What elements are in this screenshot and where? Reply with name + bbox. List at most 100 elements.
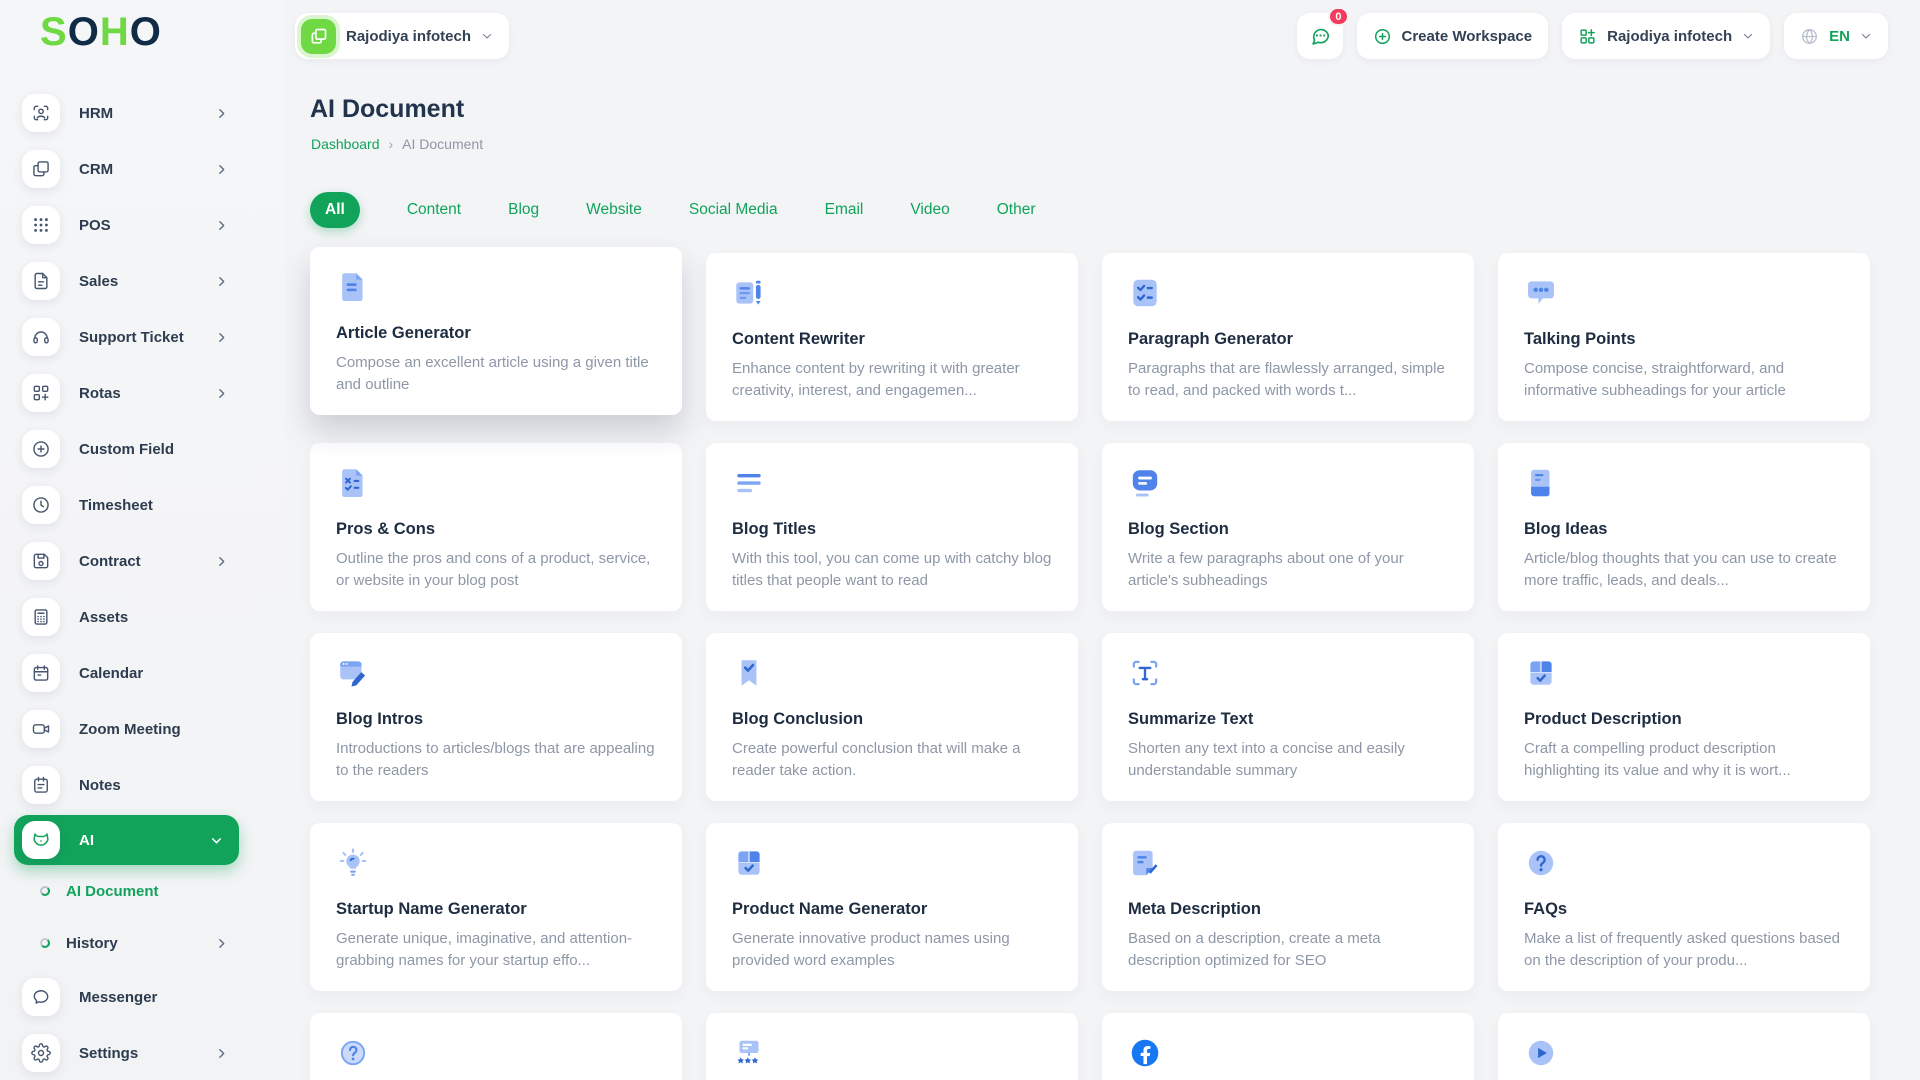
card-title: Blog Section	[1128, 520, 1448, 539]
chat-icon	[1309, 25, 1331, 47]
breadcrumb-separator: ›	[389, 136, 394, 152]
sidebar-item-rotas[interactable]: Rotas	[0, 365, 285, 421]
section-block-icon	[1128, 466, 1448, 508]
chevron-right-icon	[215, 107, 228, 120]
sidebar-item-label: Zoom Meeting	[79, 721, 181, 738]
page-title: AI Document	[310, 95, 464, 124]
template-card[interactable]	[1102, 1013, 1474, 1080]
sidebar-item-label: Rotas	[79, 385, 121, 402]
help-outline-icon	[336, 1036, 656, 1078]
card-title: Blog Titles	[732, 520, 1052, 539]
soho-logo[interactable]: SOHO	[40, 10, 162, 55]
sidebar-item-pos[interactable]: POS	[0, 197, 285, 253]
sidebar-item-messenger[interactable]: Messenger	[0, 969, 285, 1025]
card-title: Product Description	[1524, 710, 1844, 729]
sidebar-item-timesheet[interactable]: Timesheet	[0, 477, 285, 533]
template-card-pros-cons[interactable]: Pros & ConsOutline the pros and cons of …	[310, 443, 682, 611]
tab-social-media[interactable]: Social Media	[689, 201, 778, 219]
sidebar-item-label: Calendar	[79, 665, 143, 682]
sidebar-item-hrm[interactable]: HRM	[0, 85, 285, 141]
sidebar-item-contract[interactable]: Contract	[0, 533, 285, 589]
chevron-right-icon	[215, 331, 228, 344]
messages-button[interactable]: 0	[1297, 13, 1343, 59]
tab-email[interactable]: Email	[825, 201, 864, 219]
card-title: Meta Description	[1128, 900, 1448, 919]
sidebar-item-sales[interactable]: Sales	[0, 253, 285, 309]
card-title: Summarize Text	[1128, 710, 1448, 729]
template-card[interactable]	[1498, 1013, 1870, 1080]
template-card-blog-conclusion[interactable]: Blog ConclusionCreate powerful conclusio…	[706, 633, 1078, 801]
sidebar-item-label: History	[66, 935, 118, 952]
tab-all[interactable]: All	[310, 192, 360, 228]
sidebar-item-settings[interactable]: Settings	[0, 1025, 285, 1080]
template-card-content-rewriter[interactable]: Content RewriterEnhance content by rewri…	[706, 253, 1078, 421]
chevron-right-icon	[215, 387, 228, 400]
template-card-article-generator[interactable]: Article GeneratorCompose an excellent ar…	[310, 247, 682, 415]
document-check-x-icon	[336, 466, 656, 508]
chevron-right-icon	[215, 555, 228, 568]
card-title: Talking Points	[1524, 330, 1844, 349]
template-card-meta-description[interactable]: Meta DescriptionBased on a description, …	[1102, 823, 1474, 991]
template-card-blog-section[interactable]: Blog SectionWrite a few paragraphs about…	[1102, 443, 1474, 611]
logo-letter: O	[68, 10, 100, 54]
template-card-blog-ideas[interactable]: Blog IdeasArticle/blog thoughts that you…	[1498, 443, 1870, 611]
card-description: Compose concise, straightforward, and in…	[1524, 358, 1844, 402]
card-description: Generate innovative product names using …	[732, 928, 1052, 972]
template-card-startup-name-generator[interactable]: Startup Name GeneratorGenerate unique, i…	[310, 823, 682, 991]
sidebar-item-label: HRM	[79, 105, 113, 122]
workspace-selector[interactable]: Rajodiya infotech	[295, 13, 509, 59]
tab-content[interactable]: Content	[407, 201, 461, 219]
card-description: Article/blog thoughts that you can use t…	[1524, 548, 1844, 592]
tab-other[interactable]: Other	[997, 201, 1036, 219]
sidebar-item-zoom-meeting[interactable]: Zoom Meeting	[0, 701, 285, 757]
create-workspace-button[interactable]: Create Workspace	[1357, 13, 1549, 59]
card-description: Make a list of frequently asked question…	[1524, 928, 1844, 972]
breadcrumb-dashboard-link[interactable]: Dashboard	[311, 136, 380, 152]
contract-save-icon	[22, 542, 60, 580]
language-selector[interactable]: EN	[1784, 13, 1888, 59]
sidebar-item-history[interactable]: History	[0, 917, 285, 969]
workspace-name: Rajodiya infotech	[346, 28, 471, 45]
template-card-blog-intros[interactable]: Blog IntrosIntroductions to articles/blo…	[310, 633, 682, 801]
template-card-faqs[interactable]: FAQs Make a list of frequently asked ques…	[1498, 823, 1870, 991]
tab-website[interactable]: Website	[586, 201, 642, 219]
template-card-summarize-text[interactable]: Summarize TextShorten any text into a co…	[1102, 633, 1474, 801]
sidebar-item-ai[interactable]: AI	[14, 815, 239, 865]
template-card-product-name-generator[interactable]: Product Name GeneratorGenerate innovativ…	[706, 823, 1078, 991]
template-card-product-description[interactable]: Product DescriptionCraft a compelling pr…	[1498, 633, 1870, 801]
tab-video[interactable]: Video	[910, 201, 949, 219]
pos-grid-icon	[22, 206, 60, 244]
template-card[interactable]	[706, 1013, 1078, 1080]
tab-blog[interactable]: Blog	[508, 201, 539, 219]
headset-icon	[22, 318, 60, 356]
sidebar-nav: HRM CRMPOSSalesSupport Ticket Rotas Custom …	[0, 85, 285, 1080]
sidebar-item-custom-field[interactable]: Custom Field	[0, 421, 285, 477]
card-title: Article Generator	[336, 324, 656, 343]
meta-note-icon	[1128, 846, 1448, 888]
sidebar-item-ai-document[interactable]: AI Document	[0, 865, 285, 917]
chevron-down-icon	[1742, 30, 1754, 42]
card-title: Blog Conclusion	[732, 710, 1052, 729]
breadcrumb-current: AI Document	[402, 136, 483, 152]
sidebar-item-assets[interactable]: Assets	[0, 589, 285, 645]
template-card-paragraph-generator[interactable]: Paragraph GeneratorParagraphs that are f…	[1102, 253, 1474, 421]
sidebar-item-support-ticket[interactable]: Support Ticket	[0, 309, 285, 365]
template-card-talking-points[interactable]: Talking Points Compose concise, straightf…	[1498, 253, 1870, 421]
video-camera-icon	[22, 710, 60, 748]
sidebar-item-crm[interactable]: CRM	[0, 141, 285, 197]
card-description: With this tool, you can come up with cat…	[732, 548, 1052, 592]
template-card-blog-titles[interactable]: Blog Titles With this tool, you can come …	[706, 443, 1078, 611]
company-selector[interactable]: Rajodiya infotech	[1562, 13, 1770, 59]
sidebar-item-calendar[interactable]: Calendar	[0, 645, 285, 701]
chevron-down-icon	[210, 834, 223, 847]
card-title: FAQs	[1524, 900, 1844, 919]
calendar-icon	[22, 654, 60, 692]
sidebar-item-notes[interactable]: Notes	[0, 757, 285, 813]
card-title: Content Rewriter	[732, 330, 1052, 349]
plus-circle-icon	[22, 430, 60, 468]
notes-icon	[22, 766, 60, 804]
rotas-grid-plus-icon	[22, 374, 60, 412]
template-card[interactable]	[310, 1013, 682, 1080]
submenu-bullet-icon	[40, 938, 50, 948]
logo-letter: O	[130, 10, 162, 54]
